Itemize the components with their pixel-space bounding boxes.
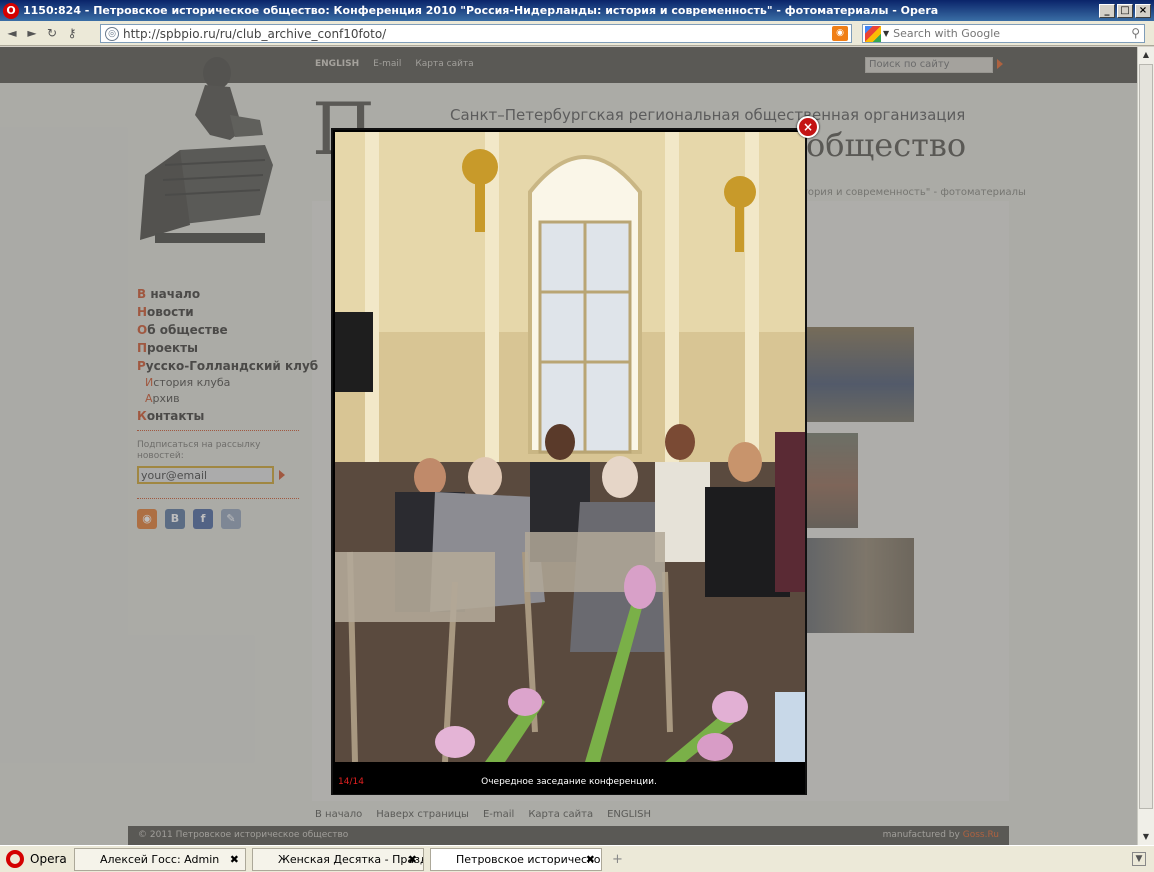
tab-zhenskaya-desyatka[interactable]: Женская Десятка - Праздни... ✖ [252,847,424,871]
reload-icon[interactable]: ↻ [44,25,60,41]
tab-label: Женская Десятка - Праздни... [278,852,423,866]
search-input[interactable] [893,27,1114,40]
opera-menu-label: Opera [30,852,67,866]
address-field[interactable]: ◎ http://spbpio.ru/ru/club_archive_conf1… [100,24,852,43]
tab-petrovskoe[interactable]: Петровское историческое о... ✖ [430,847,602,871]
minimize-button[interactable]: _ [1099,3,1115,18]
scrollbar-thumb[interactable] [1139,64,1153,809]
tab-admin[interactable]: Алексей Госс: Admin ✖ [74,847,246,871]
window-controls: _ □ × [1099,3,1151,18]
photo-counter: 14/14 [338,777,364,787]
key-icon[interactable]: ⚷ [64,25,80,41]
scroll-up-icon[interactable]: ▲ [1138,47,1154,63]
close-icon[interactable]: × [797,116,819,138]
opera-logo-icon [6,850,24,868]
search-icon[interactable]: ⚲ [1131,26,1140,40]
close-tab-icon[interactable]: ✖ [586,853,595,866]
close-window-button[interactable]: × [1135,3,1151,18]
close-tab-icon[interactable]: ✖ [230,853,239,866]
tab-label: Петровское историческое о... [456,852,602,866]
window-titlebar: O 1150:824 - Петровское историческое общ… [0,0,1154,21]
lightbox-caption-bar: Очередное заседание конференции. 14/14 [333,768,805,794]
window-title: 1150:824 - Петровское историческое общес… [23,4,939,17]
opera-icon: O [3,2,19,19]
globe-icon: ◎ [105,26,119,41]
new-tab-icon[interactable]: + [612,852,626,867]
tab-label: Алексей Госс: Admin [100,852,220,866]
close-tab-icon[interactable]: ✖ [408,853,417,866]
chevron-down-icon[interactable]: ▼ [883,29,889,38]
photo-lightbox: Очередное заседание конференции. 14/14 [331,128,807,795]
forward-icon[interactable]: ► [24,25,40,41]
vertical-scrollbar[interactable]: ▲ ▼ [1137,47,1154,845]
url-text[interactable]: http://spbpio.ru/ru/club_archive_conf10f… [123,27,386,41]
web-search-box[interactable]: ▼ ⚲ [862,24,1145,43]
photo-caption: Очередное заседание конференции. [481,777,657,787]
browser-toolbar: ◄ ► ↻ ⚷ ◎ http://spbpio.ru/ru/club_archi… [0,21,1154,46]
maximize-button[interactable]: □ [1117,3,1133,18]
tab-bar: Opera Алексей Госс: Admin ✖ Женская Деся… [0,845,1154,872]
back-icon[interactable]: ◄ [4,25,20,41]
conference-photo[interactable] [335,132,805,762]
google-icon[interactable] [865,25,881,42]
opera-menu-button[interactable]: Opera [2,848,68,871]
scroll-down-icon[interactable]: ▼ [1138,829,1154,845]
rss-feed-icon[interactable]: ◉ [832,26,848,41]
trash-icon[interactable]: ▼ [1132,852,1146,866]
